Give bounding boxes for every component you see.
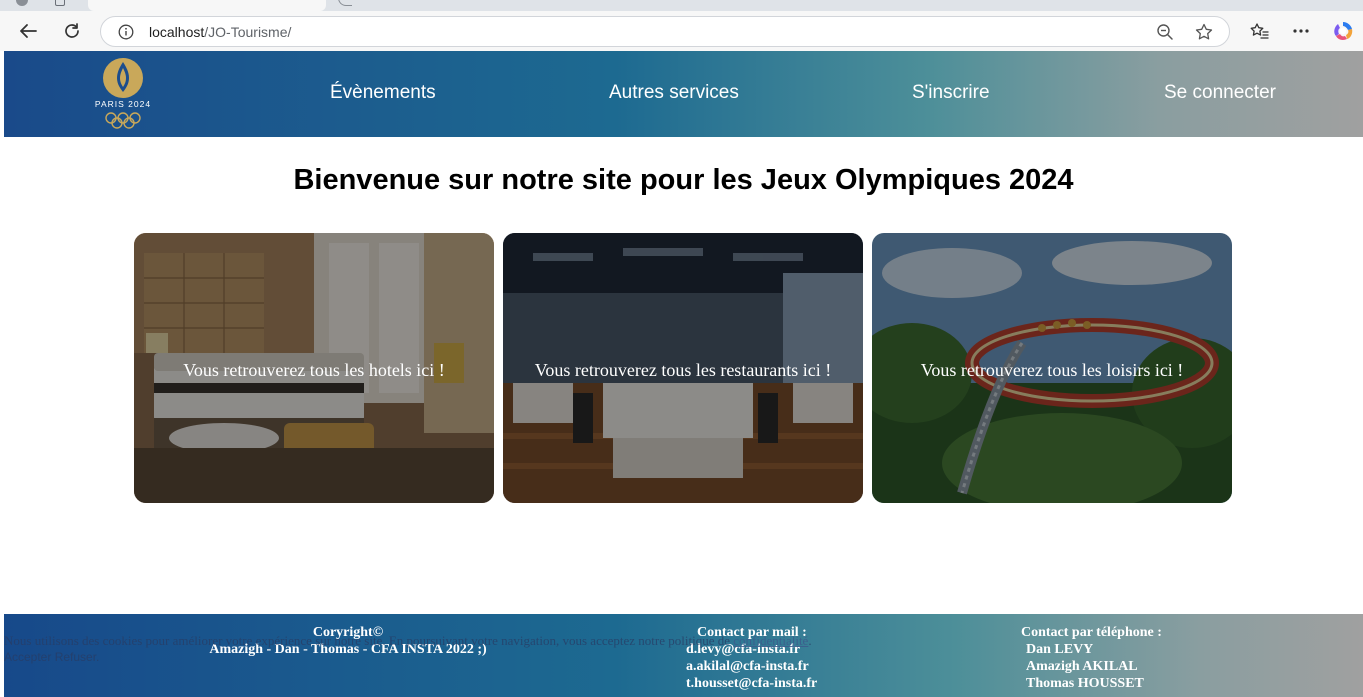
nav-sinscrire[interactable]: S'inscrire [912,82,990,104]
favorites-list-icon[interactable] [1244,17,1274,45]
card-loisirs[interactable]: Vous retrouverez tous les loisirs ici ! [872,233,1232,503]
cookie-accept-button[interactable]: Accepter [4,650,51,664]
tab-edge-icon [338,0,352,6]
nav-autres-services[interactable]: Autres services [609,82,739,104]
logo-text: PARIS 2024 [95,99,151,109]
cookie-refuse-button[interactable]: Refuser. [55,650,100,664]
card-caption: Vous retrouverez tous les hotels ici ! [183,360,445,380]
info-icon[interactable] [117,23,135,41]
card-caption: Vous retrouverez tous les loisirs ici ! [920,360,1184,380]
footer-contact-phone: Contact par téléphone : Dan LEVY Amazigh… [1021,624,1162,692]
card-restaurants[interactable]: Vous retrouverez tous les restaurants ic… [503,233,863,503]
phone-contact[interactable]: Thomas HOUSSET [1021,675,1162,692]
phone-title: Contact par téléphone : [1021,625,1162,640]
browser-tab-active[interactable] [88,0,326,11]
paris-2024-logo[interactable]: PARIS 2024 [88,56,158,132]
phone-contact[interactable]: Amazigh AKILAL [1021,658,1162,675]
profile-icon[interactable] [16,0,28,6]
browser-tab-strip [0,0,1363,11]
nav-se-connecter[interactable]: Se connecter [1164,82,1276,104]
browser-toolbar: localhost/JO-Tourisme/ [0,11,1363,51]
url-path: /JO-Tourisme/ [204,24,292,40]
mail-link[interactable]: a.akilal@cfa-insta.fr [686,658,817,675]
tab-actions-icon[interactable] [55,0,65,6]
cookie-text-end: . [808,633,812,648]
cookie-banner: Nous utilisons des cookies pour améliore… [4,633,812,664]
nav-evenements[interactable]: Évènements [330,82,436,104]
card-hotels[interactable]: Vous retrouverez tous les hotels ici ! [134,233,494,503]
card-caption: Vous retrouverez tous les restaurants ic… [534,360,832,380]
favorite-star-icon[interactable] [1194,22,1214,42]
url-host: localhost [149,24,205,40]
cookie-text: Nous utilisons des cookies pour améliore… [4,633,730,648]
reload-icon[interactable] [57,17,87,45]
more-icon[interactable] [1286,17,1316,45]
cookie-actions: Accepter Refuser. [4,650,99,664]
site-header: PARIS 2024 Évènements Autres services S'… [4,51,1363,137]
address-bar[interactable]: localhost/JO-Tourisme/ [100,16,1230,47]
copilot-icon[interactable] [1328,17,1358,45]
back-arrow-icon[interactable] [13,17,43,45]
mail-link[interactable]: t.housset@cfa-insta.fr [686,675,817,692]
url-text[interactable]: localhost/JO-Tourisme/ [149,24,291,40]
phone-contact[interactable]: Dan LEVY [1021,641,1162,658]
privacy-link[interactable]: confidentialité [733,633,808,648]
site-footer: Coryright© Amazigh - Dan - Thomas - CFA … [4,614,1363,697]
page-title: Bienvenue sur notre site pour les Jeux O… [293,164,1074,196]
page-viewport: PARIS 2024 Évènements Autres services S'… [4,51,1363,697]
zoom-out-icon[interactable] [1155,22,1175,42]
